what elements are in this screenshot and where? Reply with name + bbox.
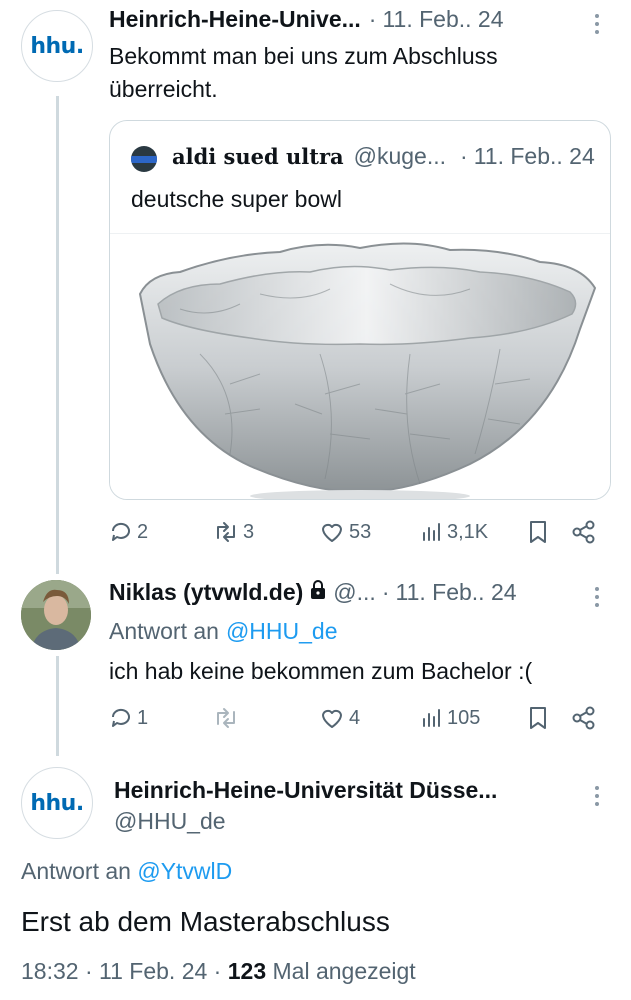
heart-icon bbox=[322, 709, 342, 728]
views-button[interactable]: 3,1K bbox=[421, 514, 488, 550]
reply-handle-link[interactable]: @YtvwlD bbox=[137, 858, 232, 884]
reply-icon bbox=[111, 522, 130, 541]
tweet-date[interactable]: 11. Feb.. 24 bbox=[382, 6, 503, 33]
tweet-date[interactable]: 11 Feb. 24 bbox=[99, 958, 207, 984]
author-name[interactable]: Heinrich-Heine-Unive... bbox=[109, 6, 361, 33]
tweet-time[interactable]: 18:32 bbox=[21, 958, 79, 984]
share-button[interactable] bbox=[571, 514, 597, 550]
retweet-button[interactable] bbox=[213, 700, 239, 736]
main-tweet-meta: 18:32 · 11 Feb. 24 · 123 Mal angezeigt bbox=[21, 958, 416, 985]
quote-date: 11. Feb.. 24 bbox=[473, 143, 595, 169]
reply-count: 2 bbox=[137, 520, 149, 543]
tweet2-text: ich hab keine bekommen zum Bachelor :( bbox=[109, 658, 533, 684]
tweet1-text-line2: überreicht. bbox=[109, 76, 218, 102]
more-options-icon[interactable] bbox=[593, 14, 601, 34]
hhu-logo: hhu. bbox=[30, 33, 84, 59]
quoted-tweet-card[interactable]: aldi sued ultra @kuge... · 11. Feb.. 24 … bbox=[109, 120, 611, 500]
author-name[interactable]: Heinrich-Heine-Universität Düsse... bbox=[114, 777, 497, 804]
share-button[interactable] bbox=[571, 700, 597, 736]
main-tweet-text: Erst ab dem Masterabschluss bbox=[21, 906, 390, 937]
bookmark-button[interactable] bbox=[527, 700, 549, 736]
lock-icon bbox=[309, 580, 327, 605]
bookmark-icon bbox=[530, 521, 546, 543]
analytics-icon bbox=[423, 523, 440, 541]
avatar-niklas[interactable] bbox=[21, 580, 91, 650]
reply-button[interactable]: 1 bbox=[109, 700, 148, 736]
retweet-icon bbox=[217, 522, 235, 542]
glass-bowl-image[interactable] bbox=[110, 233, 610, 499]
tweet1-text-line1: Bekommt man bei uns zum Abschluss bbox=[109, 43, 498, 69]
share-icon bbox=[572, 520, 595, 544]
quote-text: deutsche super bowl bbox=[131, 186, 342, 212]
views-count: 123 bbox=[227, 958, 267, 984]
bookmark-icon bbox=[530, 707, 546, 729]
reply-icon bbox=[111, 708, 130, 727]
views-count: 105 bbox=[447, 706, 481, 729]
hhu-logo: hhu. bbox=[30, 790, 84, 816]
reply-handle-link[interactable]: @HHU_de bbox=[226, 618, 338, 645]
bookmark-button[interactable] bbox=[527, 514, 549, 550]
more-options-icon[interactable] bbox=[593, 786, 601, 806]
reply-context: Antwort an @YtvwlD bbox=[21, 858, 232, 885]
reply-prefix: Antwort an bbox=[109, 618, 219, 644]
analytics-icon bbox=[423, 709, 440, 727]
avatar-hhu[interactable]: hhu. bbox=[21, 767, 93, 839]
tweet-date[interactable]: 11. Feb.. 24 bbox=[395, 579, 516, 606]
views-button[interactable]: 105 bbox=[421, 700, 480, 736]
views-count: 3,1K bbox=[447, 520, 489, 543]
like-button[interactable]: 53 bbox=[319, 514, 371, 550]
author-name[interactable]: Niklas (ytvwld.de) bbox=[109, 579, 303, 606]
separator: · bbox=[460, 143, 468, 169]
separator: · bbox=[381, 579, 390, 605]
tweet1-actions: 2 3 53 3,1K bbox=[109, 514, 599, 550]
author-handle: @... bbox=[333, 579, 376, 605]
person-photo bbox=[21, 580, 91, 650]
reply-context: Antwort an @HHU_de bbox=[109, 618, 338, 645]
share-icon bbox=[572, 706, 595, 730]
separator: · bbox=[84, 958, 93, 984]
reply-button[interactable]: 2 bbox=[109, 514, 148, 550]
reply-prefix: Antwort an bbox=[21, 858, 131, 884]
heart-icon bbox=[322, 523, 342, 542]
quote-avatar bbox=[131, 146, 157, 172]
like-count: 53 bbox=[349, 520, 372, 543]
quote-header: aldi sued ultra @kuge... · 11. Feb.. 24 bbox=[172, 143, 595, 170]
tweet2-actions: 1 4 105 bbox=[109, 700, 599, 736]
retweet-icon bbox=[217, 708, 235, 728]
tweet2-header: Niklas (ytvwld.de) @... · 11. Feb.. 24 bbox=[109, 579, 517, 606]
avatar-hhu[interactable]: hhu. bbox=[21, 10, 93, 82]
separator: · bbox=[213, 958, 222, 984]
quote-author-name: aldi sued ultra bbox=[172, 144, 344, 169]
quote-handle: @kuge... bbox=[353, 143, 447, 169]
separator: · bbox=[368, 6, 377, 32]
like-count: 4 bbox=[349, 706, 361, 729]
tweet1-text: Bekommt man bei uns zum Abschluss überre… bbox=[109, 40, 498, 106]
thread-line-2 bbox=[56, 656, 59, 756]
glass-bowl-illustration bbox=[138, 242, 597, 499]
retweet-button[interactable]: 3 bbox=[213, 514, 254, 550]
tweet1-header: Heinrich-Heine-Unive... · 11. Feb.. 24 bbox=[109, 6, 504, 33]
like-button[interactable]: 4 bbox=[319, 700, 360, 736]
main-tweet-handle-row: @HHU_de bbox=[114, 808, 226, 835]
reply-count: 1 bbox=[137, 706, 149, 729]
views-label: Mal angezeigt bbox=[272, 958, 416, 984]
main-tweet-author: Heinrich-Heine-Universität Düsse... bbox=[114, 777, 497, 804]
more-options-icon[interactable] bbox=[593, 587, 601, 607]
author-handle[interactable]: @HHU_de bbox=[114, 808, 226, 835]
retweet-count: 3 bbox=[243, 520, 255, 543]
thread-line-1 bbox=[56, 96, 59, 574]
